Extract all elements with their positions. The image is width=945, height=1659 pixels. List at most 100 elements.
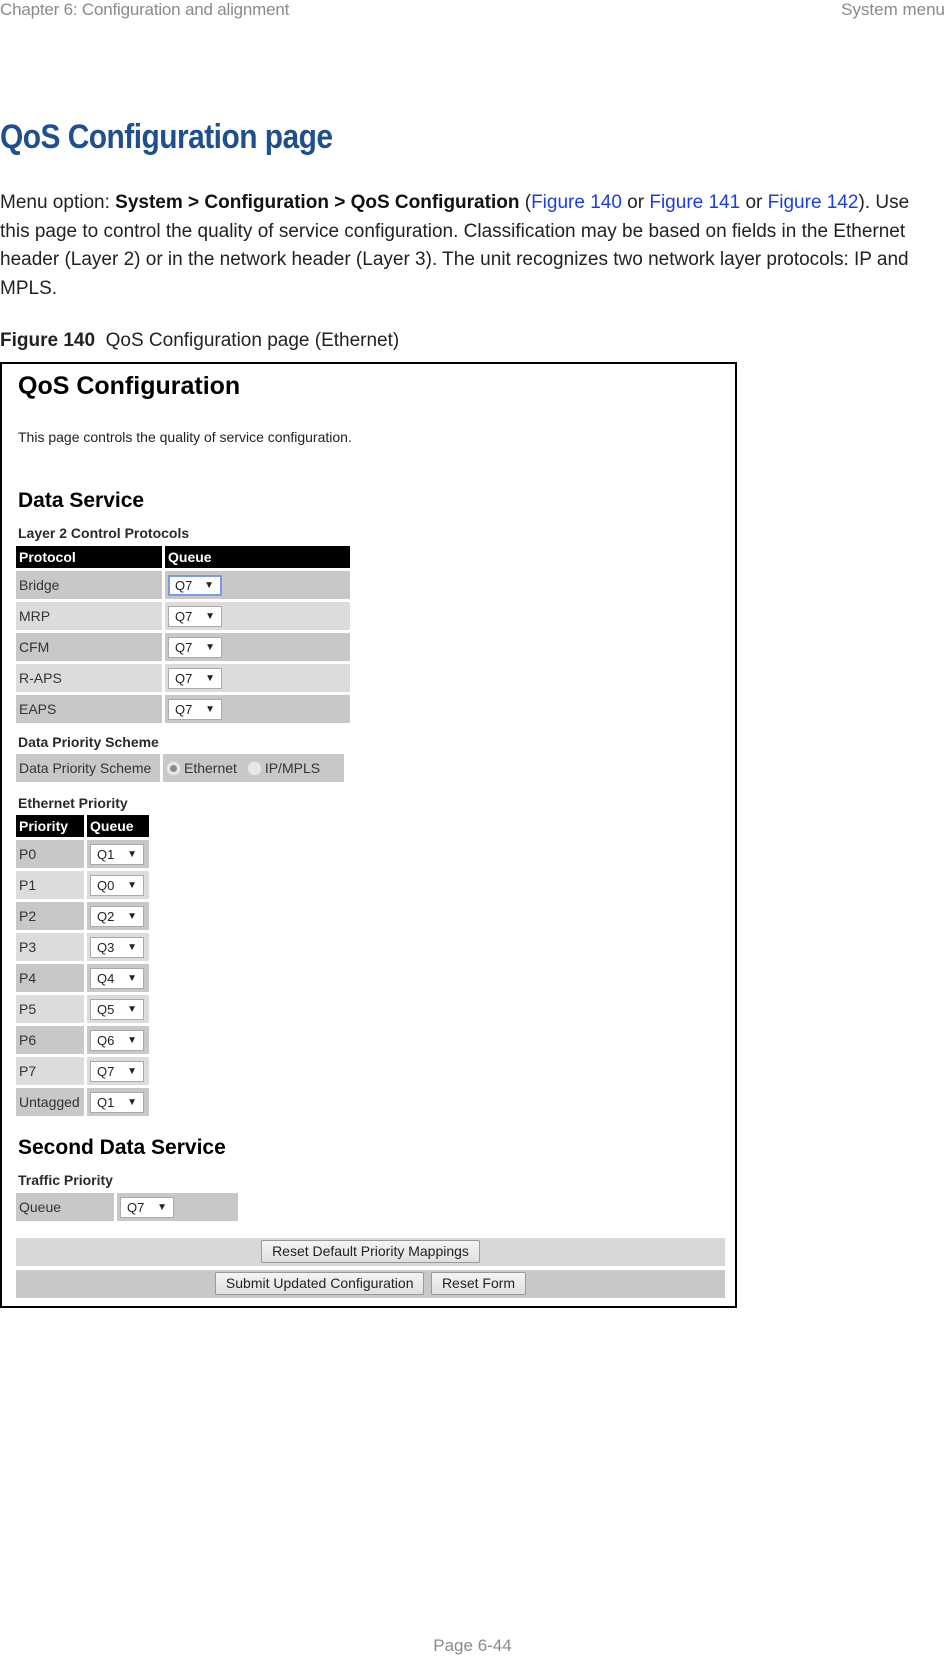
figure-caption: Figure 140 QoS Configuration page (Ether… — [0, 330, 399, 352]
table-row: Data Priority Scheme Ethernet IP/MPLS — [16, 754, 344, 782]
page-title: QoS Configuration page — [0, 118, 333, 156]
dropdown-arrow-icon: ▼ — [127, 972, 137, 984]
queue-select-bridge[interactable]: Q7 ▼ — [168, 574, 222, 596]
table-row: P0 Q1 ▼ — [16, 840, 149, 868]
queue-select-untagged[interactable]: Q1 ▼ — [90, 1091, 144, 1113]
table-row: P4 Q4 ▼ — [16, 964, 149, 992]
select-value: Q7 — [175, 701, 193, 717]
table-row: EAPS Q7 ▼ — [16, 695, 350, 723]
col-protocol: Protocol — [16, 546, 162, 568]
priority-name: P7 — [16, 1057, 84, 1085]
dropdown-arrow-icon: ▼ — [205, 641, 215, 653]
protocol-name: R-APS — [16, 664, 162, 692]
queue-select-mrp[interactable]: Q7 ▼ — [168, 605, 222, 627]
col-priority: Priority — [16, 815, 84, 837]
queue-select-p7[interactable]: Q7 ▼ — [90, 1060, 144, 1082]
protocol-name: CFM — [16, 633, 162, 661]
radio-ip-mpls[interactable] — [246, 761, 262, 777]
submit-updated-configuration-button[interactable]: Submit Updated Configuration — [214, 1272, 425, 1295]
col-queue: Queue — [87, 815, 149, 837]
data-priority-scheme-heading: Data Priority Scheme — [18, 734, 159, 750]
dropdown-arrow-icon: ▼ — [205, 703, 215, 715]
traffic-priority-heading: Traffic Priority — [18, 1172, 113, 1188]
link-figure-141[interactable]: Figure 141 — [649, 192, 740, 213]
select-value: Q1 — [97, 846, 115, 862]
queue-select-p0[interactable]: Q1 ▼ — [90, 843, 144, 865]
layer2-protocols-table: Protocol Queue Bridge Q7 ▼ MRP Q7 ▼ CFM Q7… — [13, 543, 353, 726]
protocol-name: Bridge — [16, 571, 162, 599]
data-service-heading: Data Service — [18, 489, 145, 512]
radio-ip-mpls-label: IP/MPLS — [264, 759, 321, 776]
radio-ethernet[interactable] — [166, 761, 181, 777]
menu-path: System > Configuration > QoS Configurati… — [115, 192, 520, 213]
table-row: P6 Q6 ▼ — [16, 1026, 149, 1054]
queue-select-p5[interactable]: Q5 ▼ — [90, 998, 144, 1020]
scheme-label: Data Priority Scheme — [16, 754, 160, 782]
protocol-name: EAPS — [16, 695, 162, 723]
dropdown-arrow-icon: ▼ — [127, 1065, 137, 1077]
link-figure-142[interactable]: Figure 142 — [768, 192, 859, 213]
select-value: Q0 — [97, 877, 115, 893]
traffic-priority-table: Queue Q7 ▼ — [13, 1190, 241, 1224]
radio-ethernet-label: Ethernet — [184, 759, 237, 776]
priority-name: P3 — [16, 933, 84, 961]
dropdown-arrow-icon: ▼ — [127, 1003, 137, 1015]
chapter-header: Chapter 6: Configuration and alignment — [0, 0, 290, 19]
select-value: Q1 — [97, 1094, 115, 1110]
dropdown-arrow-icon: ▼ — [127, 879, 137, 891]
priority-name: P4 — [16, 964, 84, 992]
queue-select-p6[interactable]: Q6 ▼ — [90, 1029, 144, 1051]
select-value: Q7 — [175, 670, 193, 686]
select-value: Q7 — [175, 608, 193, 624]
dropdown-arrow-icon: ▼ — [157, 1201, 167, 1213]
data-priority-scheme-table: Data Priority Scheme Ethernet IP/MPLS — [13, 751, 347, 785]
qos-title: QoS Configuration — [18, 372, 241, 400]
priority-name: P6 — [16, 1026, 84, 1054]
queue-select-p3[interactable]: Q3 ▼ — [90, 936, 144, 958]
ethernet-priority-table: Priority Queue P0 Q1 ▼ P1 Q0 ▼ P2 Q2 ▼ P3 Q3 ▼ P… — [13, 812, 152, 1119]
reset-defaults-bar: Reset Default Priority Mappings — [16, 1238, 725, 1266]
queue-select-r-aps[interactable]: Q7 ▼ — [168, 667, 222, 689]
table-row: P2 Q2 ▼ — [16, 902, 149, 930]
priority-name: P1 — [16, 871, 84, 899]
page-number: Page 6-44 — [433, 1636, 512, 1655]
qos-configuration-screenshot: QoS Configuration This page controls the… — [0, 362, 737, 1308]
dropdown-arrow-icon: ▼ — [127, 1096, 137, 1108]
queue-select-second-service[interactable]: Q7 ▼ — [120, 1196, 174, 1218]
select-value: Q7 — [175, 577, 193, 593]
figure-label: Figure 140 — [0, 330, 96, 351]
link-figure-140[interactable]: Figure 140 — [531, 192, 622, 213]
dropdown-arrow-icon: ▼ — [127, 910, 137, 922]
ethernet-priority-heading: Ethernet Priority — [18, 795, 128, 811]
reset-default-priority-mappings-button[interactable]: Reset Default Priority Mappings — [261, 1240, 480, 1263]
select-value: Q2 — [97, 908, 115, 924]
table-row: P3 Q3 ▼ — [16, 933, 149, 961]
select-value: Q5 — [97, 1001, 115, 1017]
table-row: P7 Q7 ▼ — [16, 1057, 149, 1085]
section-header: System menu — [841, 0, 945, 19]
select-value: Q3 — [97, 939, 115, 955]
queue-select-cfm[interactable]: Q7 ▼ — [168, 636, 222, 658]
table-row: R-APS Q7 ▼ — [16, 664, 350, 692]
priority-name: P0 — [16, 840, 84, 868]
queue-select-eaps[interactable]: Q7 ▼ — [168, 698, 222, 720]
layer2-heading: Layer 2 Control Protocols — [18, 525, 190, 541]
select-value: Q7 — [97, 1063, 115, 1079]
reset-form-button[interactable]: Reset Form — [430, 1272, 527, 1295]
priority-name: P2 — [16, 902, 84, 930]
select-value: Q7 — [127, 1199, 145, 1215]
intro-prefix: Menu option: — [0, 192, 116, 213]
figure-caption-text: QoS Configuration page (Ethernet) — [95, 330, 400, 351]
table-row: Untagged Q1 ▼ — [16, 1088, 149, 1116]
queue-select-p2[interactable]: Q2 ▼ — [90, 905, 144, 927]
queue-select-p4[interactable]: Q4 ▼ — [90, 967, 144, 989]
paren: ( — [519, 192, 532, 213]
dropdown-arrow-icon: ▼ — [204, 579, 214, 591]
table-row: Queue Q7 ▼ — [16, 1193, 238, 1221]
table-row: P5 Q5 ▼ — [16, 995, 149, 1023]
dropdown-arrow-icon: ▼ — [127, 1034, 137, 1046]
qos-description: This page controls the quality of servic… — [18, 429, 352, 445]
select-value: Q4 — [97, 970, 115, 986]
queue-select-p1[interactable]: Q0 ▼ — [90, 874, 144, 896]
intro-paragraph: Menu option: System > Configuration > Qo… — [0, 189, 935, 303]
